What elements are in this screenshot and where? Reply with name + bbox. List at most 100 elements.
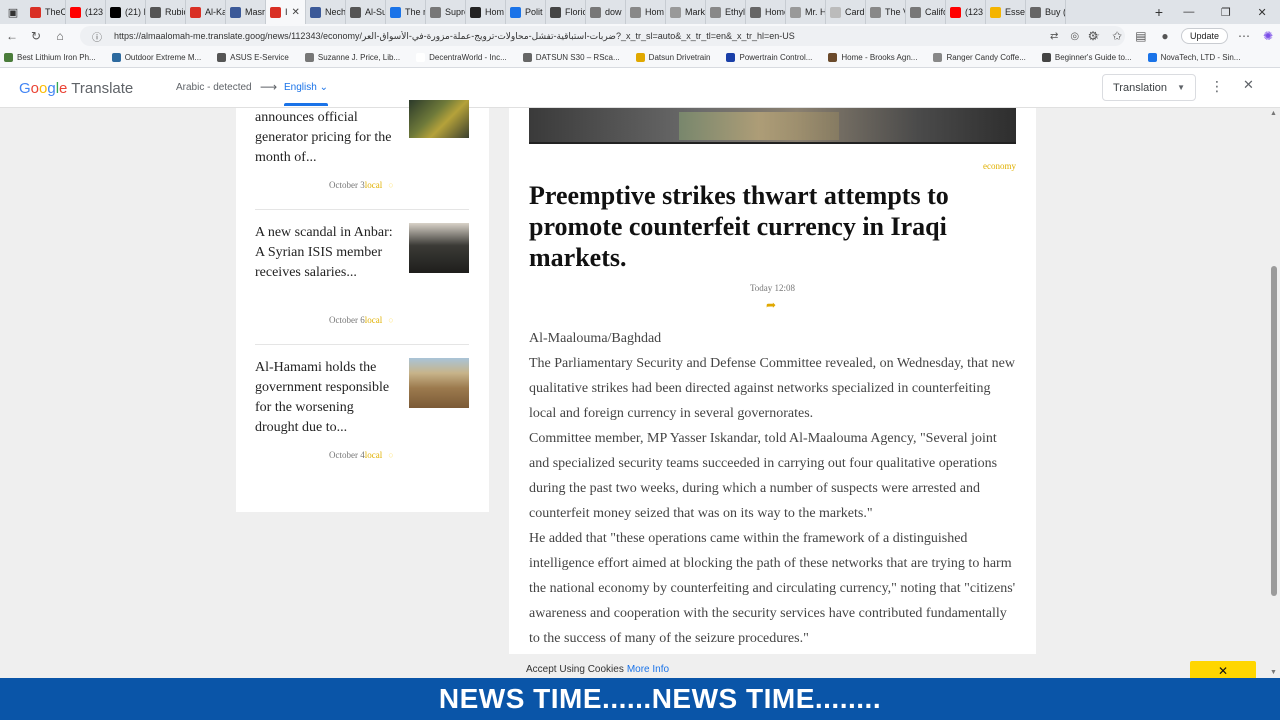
browser-tab[interactable]: The V [866, 0, 906, 24]
sidebar-news-item[interactable]: Al-Hamami holds the government responsib… [255, 358, 469, 460]
bookmark-favicon-icon [111, 53, 121, 62]
home-icon[interactable]: ⌂ [48, 29, 72, 43]
browser-tab[interactable]: Supre [426, 0, 466, 24]
refresh-icon[interactable]: ↻ [24, 29, 48, 43]
more-options-icon[interactable]: ⋮ [1210, 78, 1224, 95]
news-category[interactable]: local [365, 180, 383, 190]
browser-tab[interactable]: Mark [666, 0, 706, 24]
browser-tab[interactable]: Buy ( [1026, 0, 1066, 24]
translate-page-icon[interactable]: ⇄ [1050, 31, 1058, 42]
browser-tab[interactable]: (123 [946, 0, 986, 24]
minimize-icon[interactable]: — [1183, 6, 1194, 19]
close-window-icon[interactable]: ✕ [1257, 6, 1266, 19]
tab-favicon-icon [870, 6, 881, 18]
share-icon[interactable]: ➦ [766, 298, 776, 312]
browser-tab[interactable]: (123 [66, 0, 106, 24]
target-language[interactable]: English ⌄ [284, 82, 328, 93]
browser-tab[interactable]: I ✕ [266, 0, 306, 24]
scroll-up-icon[interactable]: ▲ [1270, 110, 1277, 117]
bookmark-item[interactable]: DATSUN S30 – RSca... [522, 53, 620, 62]
extensions-icon[interactable]: ⚙ [1081, 29, 1105, 43]
bookmark-favicon-icon [4, 53, 13, 62]
sidebar-news-title[interactable]: announces official generator pricing for… [255, 108, 400, 168]
bookmark-item[interactable]: ASUS E-Service [217, 53, 289, 62]
bookmark-item[interactable]: Datsun Drivetrain [635, 53, 710, 62]
browser-tab[interactable]: dow [586, 0, 626, 24]
article-paragraph: The Parliamentary Security and Defense C… [529, 356, 1015, 421]
back-icon[interactable]: ← [0, 29, 24, 43]
browser-tab[interactable]: Al-Su [346, 0, 386, 24]
bookmark-item[interactable]: DecentraWorld - Inc... [416, 53, 507, 62]
browser-tab[interactable]: Floric [546, 0, 586, 24]
bookmark-item[interactable]: Powertrain Control... [726, 53, 812, 62]
site-info-icon[interactable]: ⓘ [92, 29, 102, 44]
browser-tab[interactable]: Nech [306, 0, 346, 24]
browser-tab[interactable]: Cardi [826, 0, 866, 24]
favorites-icon[interactable]: ✩ [1105, 29, 1129, 43]
news-thumbnail[interactable] [409, 100, 469, 138]
browser-tab[interactable]: Ethyl [706, 0, 746, 24]
news-category[interactable]: local [365, 315, 383, 325]
sidebar-news-title[interactable]: A new scandal in Anbar: A Syrian ISIS me… [255, 223, 400, 283]
source-language[interactable]: Arabic - detected [176, 82, 252, 93]
vertical-scrollbar[interactable]: ▲ ▼ [1268, 108, 1280, 678]
google-translate-logo[interactable]: Google Translate [19, 80, 133, 97]
bookmark-item[interactable]: Beginner's Guide to... [1041, 53, 1132, 62]
bookmark-item[interactable]: Outdoor Extreme M... [111, 53, 201, 62]
browser-tab[interactable]: (21) I [106, 0, 146, 24]
browser-tab[interactable]: Mr. H [786, 0, 826, 24]
tab-favicon-icon [310, 6, 321, 18]
update-button[interactable]: Update [1180, 28, 1228, 44]
google-translate-bar: Google Translate Arabic - detected ⟶ Eng… [0, 68, 1280, 108]
bookmark-favicon-icon [933, 53, 943, 62]
tab-label: Rubic [165, 7, 186, 17]
translate-arrow-icon: ⟶ [260, 80, 278, 94]
browser-tab[interactable]: Essen [986, 0, 1026, 24]
address-bar[interactable]: ⓘ https://almaalomah-me.translate.goog/n… [80, 26, 1125, 46]
browser-tab[interactable]: Rubic [146, 0, 186, 24]
cookie-more-info-link[interactable]: More Info [627, 664, 669, 675]
news-thumbnail[interactable] [409, 358, 469, 408]
collapse-icon[interactable]: ✕ [1243, 77, 1254, 93]
browser-tab[interactable]: Al-Ka [186, 0, 226, 24]
bookmark-favicon-icon [726, 53, 736, 62]
url-text[interactable]: https://almaalomah-me.translate.goog/new… [114, 31, 1044, 42]
scrollbar-thumb[interactable] [1271, 266, 1277, 596]
bookmark-item[interactable]: Suzanne J. Price, Lib... [304, 53, 400, 62]
bookmark-item[interactable]: Best Lithium Iron Ph... [4, 53, 96, 62]
browser-tab[interactable]: TheC [26, 0, 66, 24]
tab-favicon-icon [790, 6, 801, 18]
tab-actions-icon[interactable]: ▣ [0, 0, 26, 24]
profile-avatar[interactable]: ● [1153, 29, 1177, 43]
copilot-icon[interactable]: ✺ [1256, 29, 1280, 43]
sidebar-news-title[interactable]: Al-Hamami holds the government responsib… [255, 358, 400, 438]
news-thumbnail[interactable] [409, 223, 469, 273]
browser-tab[interactable]: Masr [226, 0, 266, 24]
translation-mode-select[interactable]: Translation ▼ [1102, 74, 1196, 101]
close-tab-icon[interactable]: ✕ [292, 7, 300, 18]
sidebar-news-item[interactable]: announces official generator pricing for… [255, 100, 469, 190]
bookmark-item[interactable]: Home - Brooks Agn... [828, 53, 917, 62]
sidebar-news-item[interactable]: A new scandal in Anbar: A Syrian ISIS me… [255, 223, 469, 325]
tab-label: The r [405, 7, 426, 17]
restore-icon[interactable]: ❐ [1221, 6, 1231, 19]
reader-icon[interactable]: ◎ [1070, 31, 1079, 42]
tab-favicon-icon [750, 6, 761, 18]
browser-tab[interactable]: The r [386, 0, 426, 24]
article-category[interactable]: economy [983, 161, 1016, 171]
browser-tab[interactable]: Califo [906, 0, 946, 24]
tab-label: Al-Ka [205, 7, 226, 17]
bookmark-item[interactable]: NovaTech, LTD - Sin... [1147, 53, 1240, 62]
bookmark-item[interactable]: Ranger Candy Coffe... [933, 53, 1026, 62]
collections-icon[interactable]: ▤ [1129, 29, 1153, 43]
browser-tab[interactable]: Polit [506, 0, 546, 24]
new-tab-button[interactable]: + [1148, 4, 1170, 20]
news-category[interactable]: local [365, 450, 383, 460]
browser-tab[interactable]: Home [746, 0, 786, 24]
tab-favicon-icon [950, 6, 961, 18]
browser-tab[interactable]: Hom [466, 0, 506, 24]
more-menu-icon[interactable]: ⋯ [1232, 29, 1256, 43]
scroll-down-icon[interactable]: ▼ [1270, 669, 1277, 676]
browser-tab[interactable]: Hom [626, 0, 666, 24]
bookmarks-bar: Best Lithium Iron Ph... Outdoor Extreme M… [0, 48, 1280, 68]
